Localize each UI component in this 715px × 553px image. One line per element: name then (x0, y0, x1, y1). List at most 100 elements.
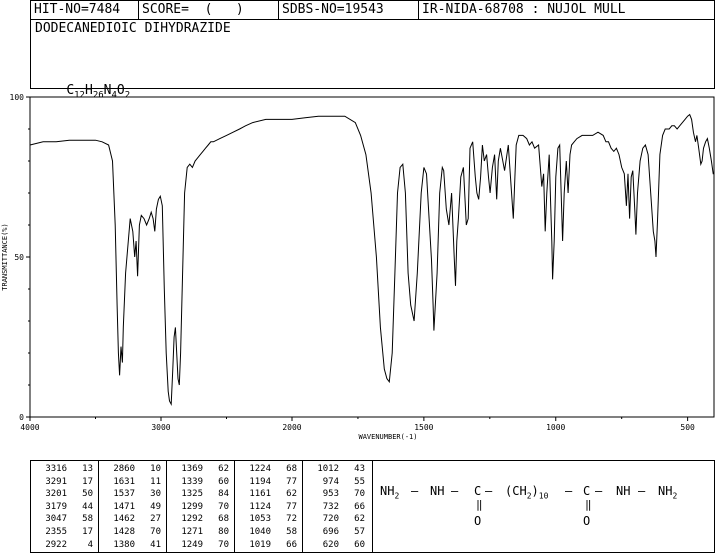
peak-wavenumber: 1299 (181, 501, 203, 512)
peak-row: 2860 10 (105, 464, 161, 474)
peak-wavenumber: 1194 (249, 476, 271, 487)
peak-transmittance: 58 (286, 527, 297, 537)
peak-row: 1053 72 (241, 514, 297, 524)
peak-wavenumber: 1249 (181, 539, 203, 550)
peak-row: 1161 62 (241, 489, 297, 499)
peak-row: 2355 17 (37, 527, 93, 537)
peak-transmittance: 66 (354, 501, 365, 512)
peak-row: 1271 80 (173, 527, 229, 537)
peak-row: 1380 41 (105, 540, 161, 550)
x-tick-label-1000: 1000 (546, 423, 565, 432)
x-tick-label-2000: 2000 (282, 423, 301, 432)
peak-row: 3316 13 (37, 464, 93, 474)
peak-transmittance: 72 (286, 514, 297, 525)
structure-nh-right: NH (616, 484, 631, 498)
peak-wavenumber: 1040 (249, 527, 271, 537)
peak-row: 696 57 (309, 527, 365, 537)
peak-transmittance: 30 (150, 489, 161, 500)
peak-wavenumber: 1471 (113, 501, 135, 512)
peak-transmittance: 41 (150, 539, 161, 550)
peak-wavenumber: 1161 (249, 489, 271, 500)
x-axis-label: WAVENUMBER(-1) (358, 433, 417, 441)
peak-row: 1339 60 (173, 477, 229, 487)
peak-transmittance: 70 (218, 501, 229, 512)
peak-wavenumber: 1292 (181, 514, 203, 525)
peak-row: 1537 30 (105, 489, 161, 499)
peak-wavenumber: 1271 (181, 527, 203, 537)
peak-transmittance: 27 (150, 514, 161, 525)
peak-wavenumber: 2355 (45, 527, 67, 537)
peak-wavenumber: 3201 (45, 489, 67, 500)
peak-wavenumber: 1369 (181, 464, 203, 474)
structure-c-right: C (583, 484, 591, 498)
peak-row: 620 60 (309, 540, 365, 550)
ir-spectrum-chart: 0 50 100 4000 3000 2000 1500 1000 500 WAVENUMBER(… (1, 93, 715, 441)
x-tick-label-1500: 1500 (414, 423, 433, 432)
peak-transmittance: 44 (82, 501, 93, 512)
peak-wavenumber: 1428 (113, 527, 135, 537)
peak-transmittance: 50 (82, 489, 93, 500)
double-bond-right: ‖ (585, 498, 592, 511)
peak-row: 1462 27 (105, 514, 161, 524)
peak-transmittance: 60 (218, 476, 229, 487)
peak-transmittance: 55 (354, 476, 365, 487)
peak-transmittance: 70 (354, 489, 365, 500)
peak-transmittance: 70 (150, 527, 161, 537)
peak-transmittance: 4 (87, 539, 93, 550)
peak-transmittance: 77 (286, 501, 297, 512)
peak-wavenumber: 1053 (249, 514, 271, 525)
peak-transmittance: 10 (150, 464, 161, 474)
peak-wavenumber: 3179 (45, 501, 67, 512)
peak-wavenumber: 1325 (181, 489, 203, 500)
peak-row: 1369 62 (173, 464, 229, 474)
peak-transmittance: 57 (354, 527, 365, 537)
peak-transmittance: 62 (354, 514, 365, 525)
peak-transmittance: 80 (218, 527, 229, 537)
peak-row: 3179 44 (37, 502, 93, 512)
peak-row: 1012 43 (309, 464, 365, 474)
peak-transmittance: 84 (218, 489, 229, 500)
peak-row: 720 62 (309, 514, 365, 524)
peak-row: 1019 66 (241, 540, 297, 550)
peak-transmittance: 77 (286, 476, 297, 487)
peak-transmittance: 58 (82, 514, 93, 525)
peak-row: 1471 49 (105, 502, 161, 512)
peak-wavenumber: 1339 (181, 476, 203, 487)
peak-wavenumber: 974 (322, 476, 339, 487)
peak-column: 3316 13 3291 17 3201 50 3179 44 3047 58 2355 17 2922… (31, 461, 99, 552)
peak-row: 1249 70 (173, 540, 229, 550)
peak-row: 1299 70 (173, 502, 229, 512)
spectrum-line-0 (29, 113, 714, 407)
peak-row: 953 70 (309, 489, 365, 499)
peak-row: 2922 4 (37, 540, 93, 550)
x-tick-label-4000: 4000 (20, 423, 39, 432)
double-bond-left: ‖ (476, 498, 483, 511)
peak-transmittance: 43 (354, 464, 365, 474)
bond-3: — (485, 484, 493, 498)
peak-transmittance: 68 (286, 464, 297, 474)
peak-wavenumber: 1380 (113, 539, 135, 550)
peak-wavenumber: 1012 (317, 464, 339, 474)
structure-nh-left: NH (430, 484, 445, 498)
bond-5: — (595, 484, 603, 498)
peak-wavenumber: 1124 (249, 501, 271, 512)
peak-row: 1292 68 (173, 514, 229, 524)
peak-row: 974 55 (309, 477, 365, 487)
peak-wavenumber: 1631 (113, 476, 135, 487)
peak-transmittance: 17 (82, 527, 93, 537)
plot-frame (29, 96, 715, 418)
peak-transmittance: 62 (286, 489, 297, 500)
peak-wavenumber: 696 (322, 527, 339, 537)
structure-o-right: O (583, 514, 591, 528)
peak-row: 1224 68 (241, 464, 297, 474)
bond-1: — (411, 484, 419, 498)
peak-wavenumber: 953 (322, 489, 339, 500)
peak-transmittance: 60 (354, 539, 365, 550)
peak-wavenumber: 1462 (113, 514, 135, 525)
bond-2: — (451, 484, 459, 498)
chemical-structure: NH2 — NH — C — (CH2)10 — C — NH — NH2 ‖ … (380, 480, 710, 540)
x-tick-label-3000: 3000 (151, 423, 170, 432)
structure-chain: (CH2)10 (505, 484, 549, 501)
peak-row: 1325 84 (173, 489, 229, 499)
peak-row: 732 66 (309, 502, 365, 512)
